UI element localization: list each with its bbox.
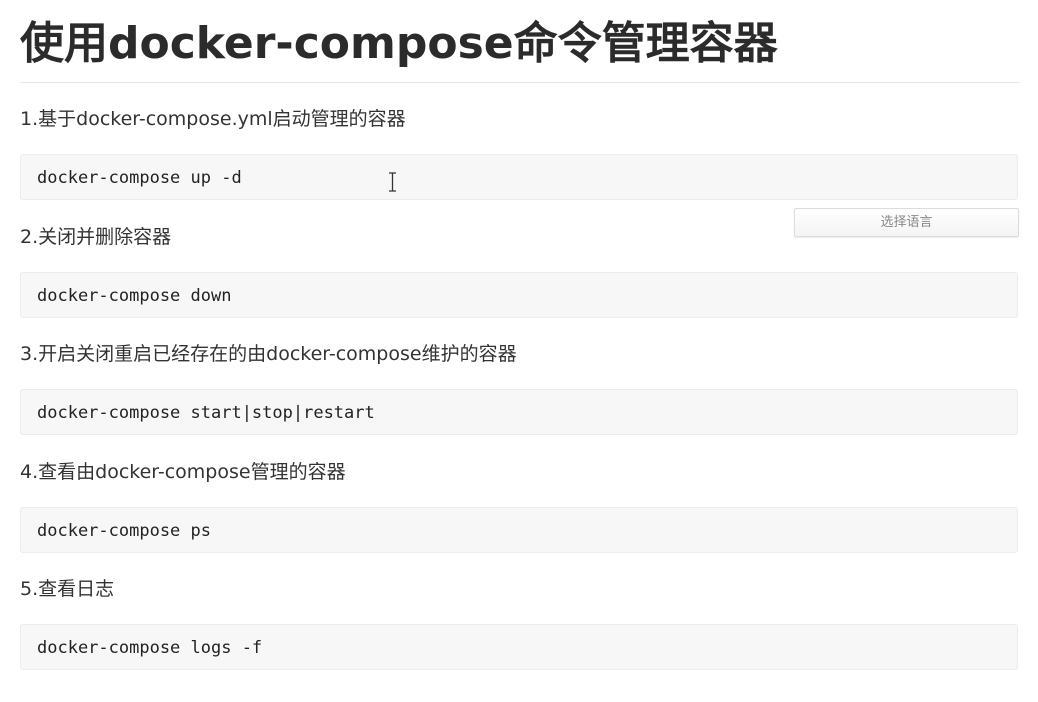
code-1-text[interactable]: docker-compose up -d — [37, 155, 242, 201]
title-divider — [20, 82, 1020, 83]
step-2-text: 2.关闭并删除容器 — [20, 226, 172, 248]
step-3-text: 3.开启关闭重启已经存在的由docker-compose维护的容器 — [20, 343, 517, 365]
text-cursor-icon — [389, 172, 396, 192]
select-language-button[interactable]: 选择语言 — [794, 208, 1019, 237]
code-block-1[interactable]: docker-compose up -d — [20, 154, 1018, 200]
article-page: 使用docker-compose命令管理容器 1.基于docker-compos… — [0, 0, 1038, 702]
page-title: 使用docker-compose命令管理容器 — [20, 18, 778, 69]
code-block-5[interactable]: docker-compose logs -f — [20, 624, 1018, 670]
step-4-text: 4.查看由docker-compose管理的容器 — [20, 461, 346, 483]
code-block-4[interactable]: docker-compose ps — [20, 507, 1018, 553]
step-1-text: 1.基于docker-compose.yml启动管理的容器 — [20, 108, 406, 130]
code-block-2[interactable]: docker-compose down — [20, 272, 1018, 318]
code-4-text[interactable]: docker-compose ps — [37, 508, 211, 554]
step-5-text: 5.查看日志 — [20, 578, 115, 600]
code-3-text[interactable]: docker-compose start|stop|restart — [37, 390, 375, 436]
code-2-text[interactable]: docker-compose down — [37, 273, 231, 319]
code-5-text[interactable]: docker-compose logs -f — [37, 625, 262, 671]
code-block-3[interactable]: docker-compose start|stop|restart — [20, 389, 1018, 435]
